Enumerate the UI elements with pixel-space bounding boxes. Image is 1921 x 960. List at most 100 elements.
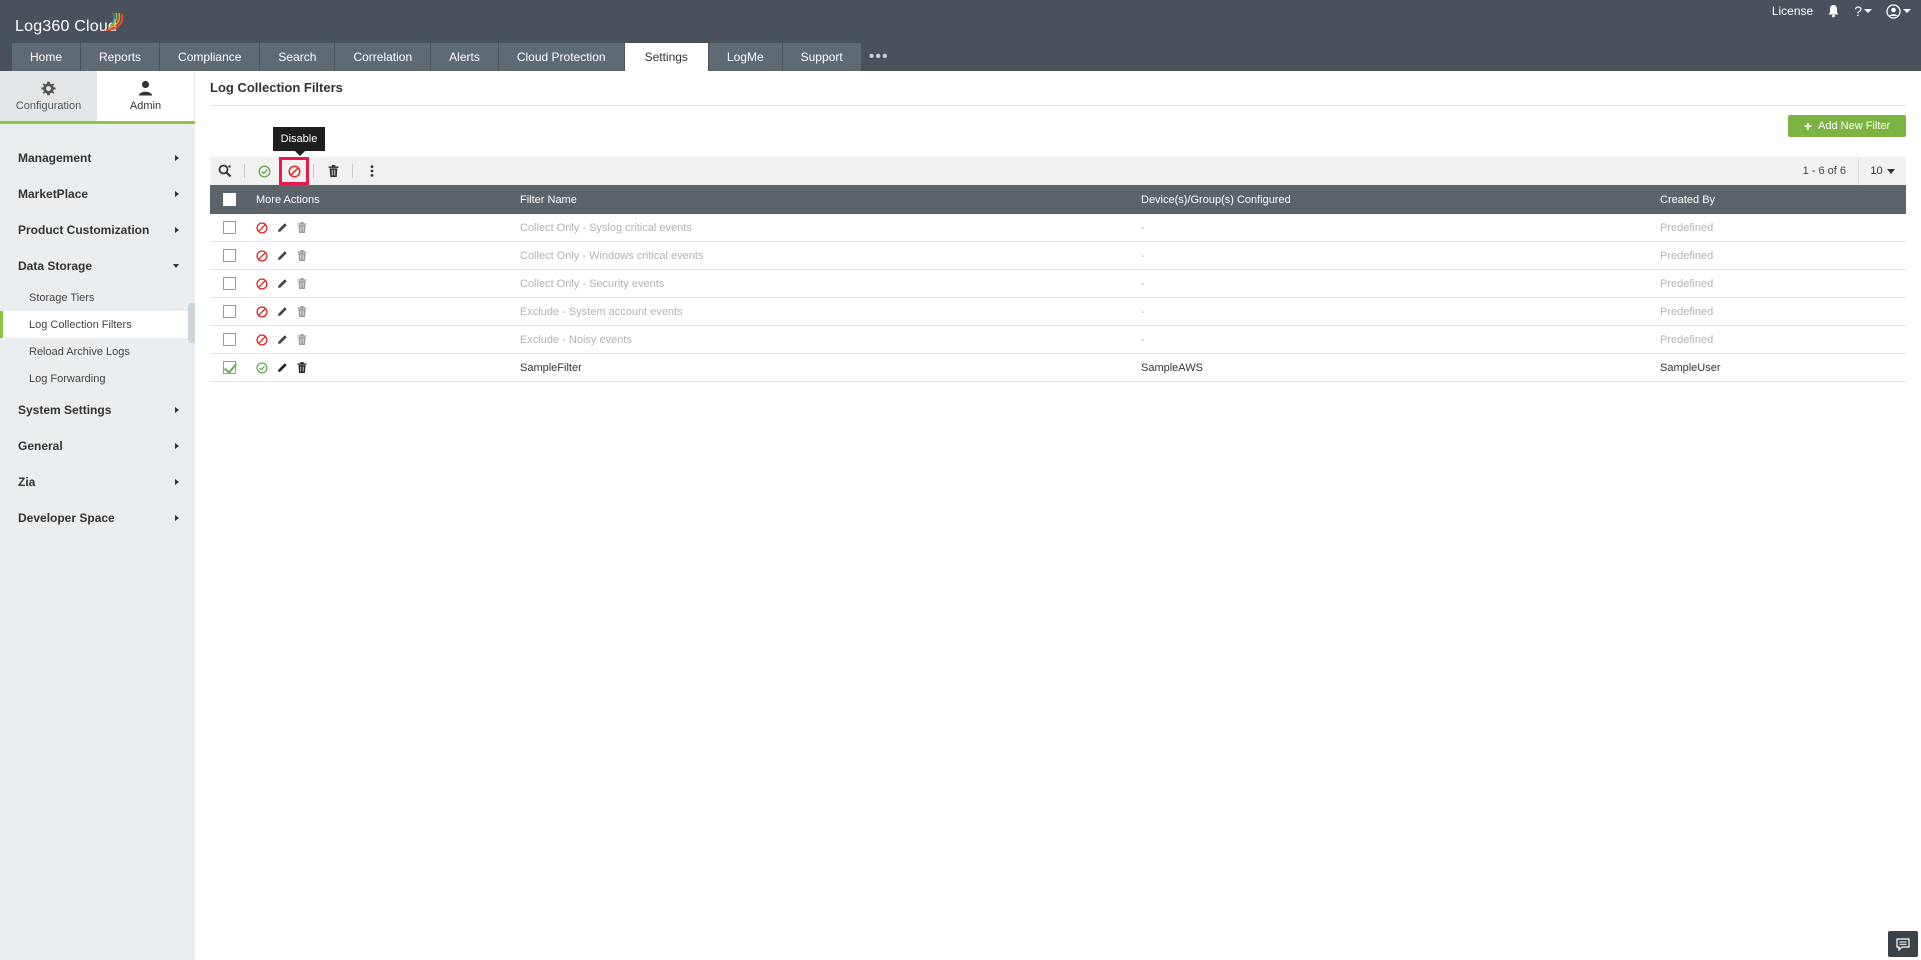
toolbar-divider	[352, 164, 353, 178]
tab-compliance[interactable]: Compliance	[160, 43, 260, 71]
sidebar-item-log-forwarding[interactable]: Log Forwarding	[0, 365, 195, 392]
sidebar-group-label: Zia	[18, 475, 36, 489]
tab-settings[interactable]: Settings	[624, 43, 708, 71]
sidebar-collapse-handle[interactable]	[188, 303, 195, 343]
row-checkbox[interactable]	[222, 277, 236, 290]
pencil-icon	[278, 335, 287, 344]
select-all-checkbox[interactable]	[222, 193, 236, 206]
table-row[interactable]: Collect Only - Windows critical events - P…	[210, 242, 1906, 270]
created-by-cell: Predefined	[1660, 221, 1714, 234]
table-row[interactable]: Exclude - System account events - Predefin…	[210, 298, 1906, 326]
row-edit-button[interactable]	[277, 222, 288, 233]
row-delete-button[interactable]	[297, 362, 307, 373]
tab-cloud-protection[interactable]: Cloud Protection	[498, 43, 624, 71]
pagination-info: 1 - 6 of 6	[1802, 165, 1846, 177]
user-menu[interactable]	[1886, 3, 1911, 19]
row-delete-button[interactable]	[297, 222, 307, 233]
trash-icon	[328, 165, 338, 177]
tab-search[interactable]: Search	[260, 43, 335, 71]
row-edit-button[interactable]	[277, 250, 288, 261]
table-row[interactable]: Exclude - Noisy events - Predefined	[210, 326, 1906, 354]
row-edit-button[interactable]	[277, 278, 288, 289]
sidebar-group-developer-space[interactable]: Developer Space	[0, 500, 195, 536]
gear-icon	[41, 81, 56, 95]
table-row[interactable]: Collect Only - Syslog critical events - Pr…	[210, 214, 1906, 242]
filter-name-cell: Collect Only - Syslog critical events	[520, 221, 692, 234]
chevron-right-icon	[175, 443, 179, 449]
license-link[interactable]: License	[1772, 4, 1813, 18]
row-disabled-toggle[interactable]	[256, 277, 268, 290]
sidebar-item-log-collection-filters[interactable]: Log Collection Filters	[0, 311, 195, 338]
help-menu[interactable]: ?	[1854, 3, 1872, 19]
notifications-button[interactable]	[1827, 4, 1840, 18]
chevron-right-icon	[175, 155, 179, 161]
row-delete-button[interactable]	[297, 250, 307, 261]
question-icon: ?	[1854, 3, 1862, 19]
disable-button[interactable]	[279, 157, 309, 185]
sidebar-group-label: Product Customization	[18, 223, 150, 237]
row-edit-button[interactable]	[277, 334, 288, 345]
tab-logme[interactable]: LogMe	[708, 43, 782, 71]
row-edit-button[interactable]	[277, 306, 288, 317]
row-delete-button[interactable]	[297, 334, 307, 345]
trash-icon	[297, 278, 307, 289]
search-icon	[218, 164, 232, 178]
row-checkbox[interactable]	[222, 305, 236, 318]
filter-name-cell: Exclude - System account events	[520, 305, 683, 318]
sidebar-group-management[interactable]: Management	[0, 140, 195, 176]
sidebar-group-data-storage[interactable]: Data Storage	[0, 248, 195, 284]
sidebar-group-system-settings[interactable]: System Settings	[0, 392, 195, 428]
add-new-filter-button[interactable]: + Add New Filter	[1788, 115, 1906, 137]
row-checkbox[interactable]	[222, 249, 236, 262]
row-enabled-toggle[interactable]	[256, 361, 268, 374]
main-nav-tabs: Home Reports Compliance Search Correlati…	[12, 43, 896, 71]
tab-support[interactable]: Support	[782, 43, 861, 71]
row-disabled-toggle[interactable]	[256, 305, 268, 318]
top-header: Log360 Cloud License ? Home Reports Comp…	[0, 0, 1921, 71]
column-header[interactable]: Filter Name	[520, 194, 1141, 206]
sidebar-tab-configuration[interactable]: Configuration	[0, 71, 97, 121]
delete-button[interactable]	[318, 157, 348, 185]
sidebar-group-product-customization[interactable]: Product Customization	[0, 212, 195, 248]
chat-button[interactable]	[1888, 931, 1918, 957]
row-delete-button[interactable]	[297, 306, 307, 317]
row-disabled-toggle[interactable]	[256, 221, 268, 234]
more-tabs-button[interactable]: •••	[862, 43, 896, 71]
tab-alerts[interactable]: Alerts	[431, 43, 498, 71]
search-toggle-button[interactable]	[210, 157, 240, 185]
created-by-cell: Predefined	[1660, 305, 1714, 318]
per-page-select[interactable]: 10	[1858, 157, 1906, 185]
disable-icon	[256, 305, 268, 318]
column-header[interactable]: Created By	[1660, 194, 1906, 206]
add-new-filter-label: Add New Filter	[1818, 120, 1891, 132]
pencil-icon	[278, 363, 287, 372]
sidebar: Configuration Admin Management MarketPla…	[0, 71, 195, 960]
disable-icon	[256, 249, 268, 262]
sidebar-item-storage-tiers[interactable]: Storage Tiers	[0, 284, 195, 311]
sidebar-group-general[interactable]: General	[0, 428, 195, 464]
row-checkbox[interactable]	[222, 221, 236, 234]
row-delete-button[interactable]	[297, 278, 307, 289]
tab-correlation[interactable]: Correlation	[335, 43, 431, 71]
toolbar-divider	[313, 164, 314, 178]
row-disabled-toggle[interactable]	[256, 249, 268, 262]
table-row[interactable]: Collect Only - Security events - Predefine…	[210, 270, 1906, 298]
tab-reports[interactable]: Reports	[81, 43, 160, 71]
sidebar-group-zia[interactable]: Zia	[0, 464, 195, 500]
enable-button[interactable]	[249, 157, 279, 185]
app-name: Log360	[15, 18, 70, 35]
row-checkbox[interactable]	[222, 361, 236, 374]
tab-home[interactable]: Home	[12, 43, 81, 71]
sidebar-tab-admin[interactable]: Admin	[97, 71, 194, 121]
more-options-button[interactable]	[357, 157, 387, 185]
row-edit-button[interactable]	[277, 362, 288, 373]
row-checkbox[interactable]	[222, 333, 236, 346]
sidebar-item-reload-archive-logs[interactable]: Reload Archive Logs	[0, 338, 195, 365]
filter-name-cell: Collect Only - Windows critical events	[520, 249, 704, 262]
table-row[interactable]: SampleFilter SampleAWS SampleUser	[210, 354, 1906, 382]
sidebar-group-marketplace[interactable]: MarketPlace	[0, 176, 195, 212]
column-header[interactable]: Device(s)/Group(s) Configured	[1141, 194, 1660, 206]
grid-toolbar: 1 - 6 of 6 10	[210, 157, 1906, 185]
devices-cell: -	[1141, 277, 1145, 290]
row-disabled-toggle[interactable]	[256, 333, 268, 346]
